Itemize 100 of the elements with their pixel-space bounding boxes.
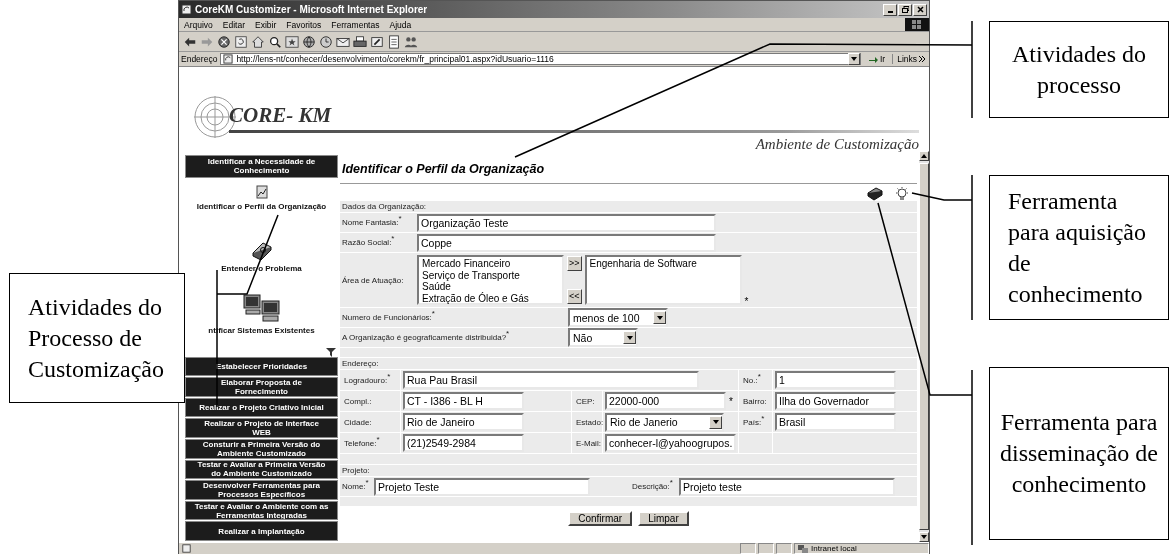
text-field[interactable]: 22000-000: [605, 392, 726, 410]
dropdown-arrow-icon: [655, 313, 664, 322]
activity-link[interactable]: Identificar o Perfil da Organização: [196, 201, 327, 211]
text-field[interactable]: conhecer-l@yahoogrupos.: [605, 434, 737, 452]
refresh-icon[interactable]: [234, 34, 248, 49]
up-arrow-icon[interactable]: [921, 154, 927, 158]
text-field[interactable]: Projeto teste: [679, 477, 895, 496]
list-item[interactable]: Serviço de Transporte: [422, 269, 559, 281]
text-field[interactable]: Coppe: [417, 233, 716, 252]
activity-link[interactable]: Entender o Problema: [221, 263, 302, 273]
close-button[interactable]: [913, 3, 927, 16]
list-item[interactable]: Engenharia de Software: [589, 258, 737, 270]
activity-heading-button[interactable]: Identificar a Necessidade de Conhecimento: [185, 155, 338, 178]
subtitle: Ambiente de Customização: [755, 136, 919, 153]
status-panel: [740, 543, 756, 554]
field-label: Estado:: [575, 417, 604, 427]
menu-item[interactable]: Ajuda: [384, 19, 417, 30]
callout-text: Atividades do Processo de Customização: [28, 292, 165, 384]
people-icon[interactable]: [404, 34, 418, 49]
field-label: Área de Atuação:: [341, 275, 405, 285]
printer-icon[interactable]: [353, 34, 367, 49]
field-label: Bairro:: [742, 396, 767, 406]
dropdown[interactable]: Rio de Janerio: [605, 412, 724, 432]
callout-text: Atividades do processo: [1011, 39, 1147, 100]
menu-item[interactable]: Favoritos: [281, 19, 327, 30]
text-field[interactable]: Projeto Teste: [374, 477, 590, 496]
dropdown-arrow-icon: [849, 55, 858, 63]
page-icon: [182, 544, 191, 553]
section-heading: Endereço:: [340, 358, 917, 369]
security-zone: Intranet local: [811, 544, 857, 553]
funnel-icon[interactable]: [326, 346, 336, 357]
add-button[interactable]: >>: [567, 256, 582, 271]
maximize-icon: [901, 6, 909, 13]
page-icon: [181, 4, 192, 15]
go-arrow-icon: [867, 54, 878, 64]
field-label: Compl.:: [343, 396, 372, 406]
list-item[interactable]: Mercado Financeiro: [422, 258, 559, 270]
text-field[interactable]: CT - I386 - BL H: [403, 392, 524, 410]
search-icon[interactable]: [268, 34, 282, 49]
status-panel: [776, 543, 792, 554]
document-icon[interactable]: [387, 34, 401, 49]
lightbulb-icon[interactable]: [895, 187, 909, 201]
stop-icon[interactable]: [217, 34, 231, 49]
activity-button[interactable]: Realizar a Implantação: [185, 521, 338, 542]
remove-button[interactable]: <<: [567, 289, 582, 304]
chart-icon[interactable]: [254, 184, 269, 199]
required-mark: *: [729, 395, 733, 407]
required-mark: *: [744, 296, 749, 307]
window-title: CoreKM Customizer - Microsoft Internet Explorer: [195, 4, 428, 15]
menu-item[interactable]: Exibir: [250, 19, 282, 30]
text-field[interactable]: Ilha do Governador: [775, 392, 896, 410]
list-item[interactable]: Extração de Óleo e Gás: [422, 292, 559, 304]
text-field[interactable]: Rua Pau Brasil: [403, 371, 699, 389]
activity-button[interactable]: Consturir a Primeira Versão do Ambiente Customizado: [185, 439, 338, 459]
activity-button[interactable]: Estabelecer Prioridades: [185, 356, 338, 377]
clear-button[interactable]: Limpar: [638, 511, 689, 526]
field-label: Cidade:: [343, 417, 372, 427]
edit-icon[interactable]: [370, 34, 384, 49]
section-heading: Dados da Organização:: [340, 201, 917, 212]
clock-icon[interactable]: [319, 34, 333, 49]
minimize-button[interactable]: [883, 3, 897, 16]
field-label: CEP:: [575, 396, 595, 406]
computers-icon[interactable]: [242, 292, 281, 323]
down-arrow-icon[interactable]: [921, 535, 927, 539]
text-field[interactable]: Organização Teste: [417, 213, 716, 232]
dropdown[interactable]: menos de 100: [568, 308, 668, 327]
activity-button[interactable]: Desenvolver Ferramentas para Processos Específicos: [185, 480, 338, 500]
links-button[interactable]: Links: [892, 54, 929, 64]
close-icon: [916, 6, 924, 13]
text-field[interactable]: Brasil: [775, 413, 896, 431]
activity-button[interactable]: Elaborar Proposta de Fornecimento: [185, 377, 338, 397]
activity-button[interactable]: Realizar o Projeto Criativo Inicial: [185, 397, 338, 418]
page-icon: [223, 54, 234, 64]
dropdown-arrow-icon: [625, 333, 634, 342]
text-field[interactable]: Rio de Janeiro: [403, 413, 524, 431]
confirm-button[interactable]: Confirmar: [568, 511, 633, 526]
menu-item[interactable]: Arquivo: [179, 19, 218, 30]
menu-item[interactable]: Ferramentas: [326, 19, 385, 30]
home-icon[interactable]: [251, 34, 265, 49]
text-field[interactable]: (21)2549-2984: [403, 434, 524, 452]
callout-text: Ferramenta para aquisição de conhecimento: [1008, 186, 1147, 309]
status-panel: [758, 543, 774, 554]
list-item[interactable]: Saúde: [422, 281, 559, 293]
logo-text: CORE- KM: [229, 103, 332, 128]
address-field[interactable]: http://lens-nt/conhecer/desenvolvimento/corekm/fr_principal01.aspx?idUsuario=1116: [220, 53, 861, 65]
section-heading: Projeto:: [340, 465, 917, 476]
go-button[interactable]: Ir: [863, 54, 890, 64]
activity-button[interactable]: Testar e Avaliar a Primeira Versão do Ambiente Customizado: [185, 459, 338, 480]
activity-button[interactable]: Testar e Avaliar o Ambiente com as Ferramentas Integradas: [185, 500, 338, 521]
list-box[interactable]: Mercado Financeiro Serviço de Transporte Saúde Extração de Óleo e Gás: [417, 255, 564, 305]
maximize-button[interactable]: [898, 3, 912, 16]
dropdown[interactable]: Não: [568, 328, 638, 347]
text-field[interactable]: 1: [775, 371, 896, 389]
list-box[interactable]: Engenharia de Software: [584, 255, 742, 305]
menu-item[interactable]: Editar: [217, 19, 251, 30]
book-icon[interactable]: [867, 187, 883, 201]
activity-button[interactable]: Realizar o Projeto de Interface WEB: [185, 418, 338, 438]
dropdown-button[interactable]: [847, 53, 860, 65]
address-label: Endereço: [181, 54, 218, 64]
globe-icon[interactable]: [302, 34, 316, 49]
